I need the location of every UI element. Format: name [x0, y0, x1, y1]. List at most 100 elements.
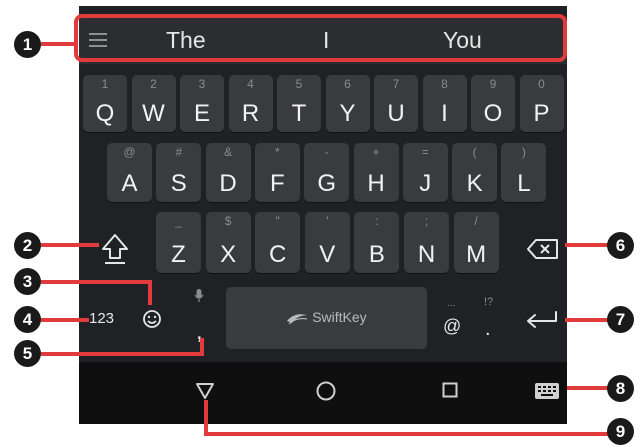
space-brand-label: SwiftKey [312, 309, 367, 325]
callout-leader-8 [567, 386, 611, 390]
key-secondary-label: : [375, 214, 379, 228]
key-b[interactable]: :B [354, 212, 400, 273]
key-primary-label: D [219, 170, 237, 197]
at-key[interactable]: @ [443, 316, 461, 337]
callout-leader-2 [41, 243, 99, 247]
shift-key[interactable] [100, 232, 130, 271]
key-secondary-label: + [372, 145, 380, 159]
key-primary-label: H [367, 170, 385, 197]
callout-badge-3: 3 [14, 268, 41, 295]
callout-leader-3-drop [148, 280, 152, 305]
key-secondary-label: ; [424, 214, 429, 228]
enter-key[interactable] [525, 310, 559, 335]
at-hint: ... [447, 298, 456, 309]
key-primary-label: L [517, 170, 531, 197]
shift-icon [102, 234, 128, 264]
key-secondary-label: 4 [247, 77, 254, 91]
period-hint: !? [484, 296, 494, 308]
key-m[interactable]: / M [453, 212, 499, 273]
swiftkey-logo: SwiftKey [226, 309, 427, 325]
key-secondary-label: ) [521, 145, 526, 159]
key-secondary-label: ' [326, 214, 329, 228]
key-primary-label: R [241, 100, 260, 127]
key-primary-label: T [291, 100, 307, 127]
key-secondary-label: " [275, 214, 280, 228]
key-t[interactable]: 5T [277, 75, 321, 132]
key-secondary-label: 5 [295, 77, 303, 91]
emoji-key[interactable] [142, 309, 162, 334]
key-primary-label: M [466, 241, 487, 268]
key-primary-label: W [142, 100, 165, 127]
key-secondary-label: _ [175, 214, 182, 228]
callout-leader-3 [41, 280, 151, 284]
home-circle-icon[interactable] [315, 380, 337, 402]
key-secondary-label: 7 [392, 77, 400, 91]
key-s[interactable]: # S [156, 143, 202, 202]
callout-leader-9-drop [204, 400, 208, 434]
key-i[interactable]: 8I [422, 75, 467, 132]
microphone-icon [193, 288, 205, 309]
key-secondary-label: = [421, 145, 429, 159]
back-triangle-icon[interactable] [195, 382, 215, 400]
recents-square-icon[interactable] [442, 382, 458, 398]
key-g[interactable]: -G [304, 143, 350, 202]
key-w[interactable]: 2W [131, 75, 176, 132]
callout-leader-5-rise [200, 338, 204, 356]
key-u[interactable]: 7U [374, 75, 418, 132]
callout-badge-7: 7 [607, 306, 634, 333]
callout-badge-2: 2 [14, 232, 41, 259]
key-secondary-label: 9 [489, 77, 497, 91]
key-primary-label: Y [339, 100, 356, 127]
prediction-callout-frame [74, 14, 567, 62]
key-primary-label: C [269, 241, 287, 268]
key-j[interactable]: = J [402, 143, 448, 202]
callout-leader-1 [41, 42, 77, 46]
callout-badge-4: 4 [14, 306, 41, 333]
key-f[interactable]: * F [254, 143, 300, 202]
callout-badge-9: 9 [607, 418, 634, 445]
key-primary-label: A [121, 170, 138, 197]
key-secondary-label: & [224, 145, 233, 159]
key-y[interactable]: 6Y [325, 75, 370, 132]
key-secondary-label: - [324, 145, 329, 159]
key-z[interactable]: _ Z [156, 212, 201, 273]
key-d[interactable]: & D [205, 143, 251, 202]
key-h[interactable]: + H [353, 143, 399, 202]
key-secondary-label: 3 [198, 77, 206, 91]
key-e[interactable]: 3E [180, 75, 224, 132]
key-v[interactable]: ' V [304, 212, 350, 273]
key-primary-label: I [441, 100, 448, 127]
callout-leader-5 [41, 352, 204, 356]
key-secondary-label: 1 [101, 77, 109, 91]
key-n[interactable]: ; N [404, 212, 449, 273]
key-a[interactable]: @ A [107, 143, 152, 202]
key-secondary-label: @ [123, 145, 136, 159]
key-r[interactable]: 4R [228, 75, 273, 132]
key-p[interactable]: 0P [519, 75, 564, 132]
key-l[interactable]: ) L [501, 143, 547, 202]
key-primary-label: P [533, 100, 550, 127]
key-q[interactable]: 1Q [83, 75, 127, 132]
period-key[interactable]: . [485, 318, 491, 341]
key-primary-label: G [317, 170, 337, 197]
key-primary-label: V [319, 241, 336, 268]
backspace-icon [527, 239, 558, 259]
key-k[interactable]: (K [452, 143, 498, 202]
key-secondary-label: ( [472, 145, 477, 159]
keyboard-switch-icon[interactable] [534, 382, 560, 400]
callout-badge-6: 6 [607, 232, 634, 259]
key-secondary-label: $ [224, 214, 232, 228]
key-secondary-label: 0 [538, 77, 545, 91]
key-x[interactable]: $ X [205, 212, 251, 273]
callout-badge-5: 5 [14, 340, 41, 367]
key-primary-label: Z [171, 241, 186, 268]
callout-badge-8: 8 [607, 375, 634, 402]
key-secondary-label: / [474, 214, 478, 228]
key-primary-label: S [170, 170, 187, 197]
key-c[interactable]: " C [255, 212, 301, 273]
backspace-key[interactable] [527, 238, 559, 265]
key-o[interactable]: 9O [471, 75, 515, 132]
space-bar[interactable]: SwiftKey [226, 287, 427, 349]
numbers-key[interactable]: 123 [89, 310, 114, 327]
key-primary-label: X [220, 241, 237, 268]
